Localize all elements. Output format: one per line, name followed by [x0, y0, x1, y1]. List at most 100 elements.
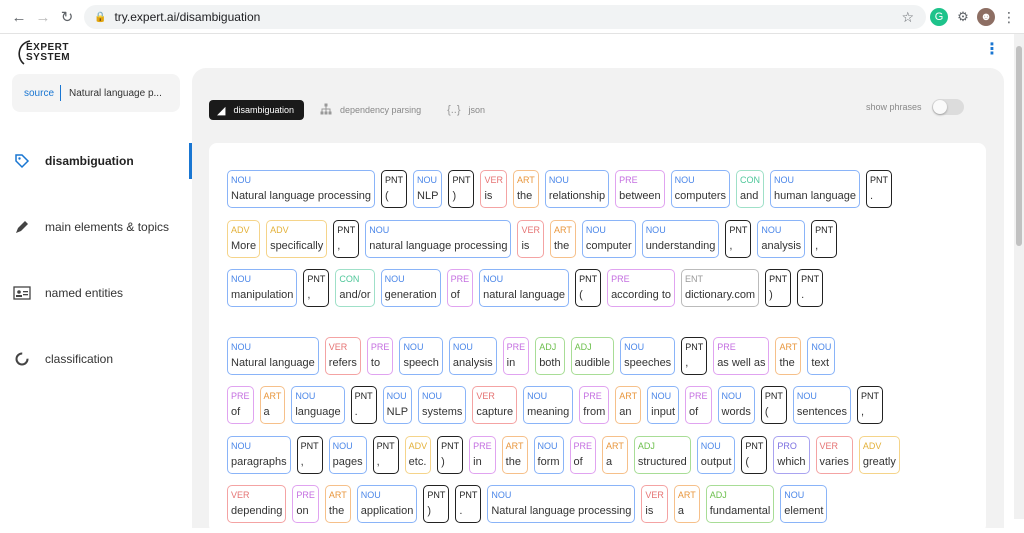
token-chip[interactable]: PNT (	[575, 269, 602, 307]
token-chip[interactable]: ADJ fundamental	[705, 485, 775, 523]
token-chip[interactable]: PNT.	[350, 386, 377, 424]
token-chip[interactable]: ADJ both	[535, 337, 565, 375]
forward-arrow-icon[interactable]: →	[30, 4, 56, 30]
token-chip[interactable]: ADJ audible	[570, 337, 615, 375]
profile-avatar[interactable]: ☻	[977, 8, 995, 26]
token-chip[interactable]: ENT dictionary.com	[681, 269, 760, 307]
token-chip[interactable]: NOU paragraphs	[227, 436, 291, 474]
token-chip[interactable]: NOU form	[533, 436, 564, 474]
token-chip[interactable]: VER is	[641, 485, 668, 523]
token-chip[interactable]: ADJ structured	[633, 436, 691, 474]
token-chip[interactable]: NOU speeches	[620, 337, 676, 375]
token-chip[interactable]: NOU output	[696, 436, 736, 474]
token-chip[interactable]: PNT.	[455, 485, 482, 523]
token-chip[interactable]: PNT)	[765, 269, 792, 307]
token-chip[interactable]: PRO which	[773, 436, 810, 474]
token-chip[interactable]: PRE in	[502, 337, 530, 375]
token-chip[interactable]: PNT,	[303, 269, 330, 307]
token-chip[interactable]: PRE as well as	[713, 337, 770, 375]
token-chip[interactable]: ADV etc.	[404, 436, 432, 474]
sidebar-item-main-elements[interactable]: main elements & topics	[0, 207, 192, 247]
token-chip[interactable]: VER varies	[815, 436, 853, 474]
token-chip[interactable]: ART the	[549, 220, 576, 258]
token-chip[interactable]: PNT (	[741, 436, 768, 474]
token-chip[interactable]: NOU words	[717, 386, 755, 424]
token-chip[interactable]: NOU application	[356, 485, 418, 523]
token-chip[interactable]: ART the	[512, 170, 539, 208]
bookmark-star-icon[interactable]: ☆	[901, 9, 914, 26]
token-chip[interactable]: NOU meaning	[523, 386, 574, 424]
token-chip[interactable]: PRE of	[685, 386, 712, 424]
token-chip[interactable]: NOU NLP	[382, 386, 413, 424]
token-chip[interactable]: NOU systems	[418, 386, 467, 424]
back-arrow-icon[interactable]: ←	[6, 4, 32, 30]
token-chip[interactable]: VER depending	[227, 485, 287, 523]
token-chip[interactable]: PNT (	[760, 386, 787, 424]
reload-icon[interactable]: ↻	[54, 4, 80, 30]
sidebar-item-disambiguation[interactable]: disambiguation	[0, 141, 192, 181]
token-chip[interactable]: NOU text	[807, 337, 836, 375]
page-scrollbar[interactable]	[1014, 34, 1024, 519]
token-chip[interactable]: ADV greatly	[858, 436, 900, 474]
token-chip[interactable]: PNT,	[333, 220, 360, 258]
grammarly-extension-icon[interactable]: G	[930, 8, 948, 26]
token-chip[interactable]: NOU manipulation	[227, 269, 298, 307]
token-chip[interactable]: PNT,	[372, 436, 399, 474]
token-chip[interactable]: NOU Natural language processing	[487, 485, 636, 523]
token-chip[interactable]: PNT,	[725, 220, 752, 258]
token-chip[interactable]: NOU Natural language	[227, 337, 319, 375]
token-chip[interactable]: NOU Natural language processing	[227, 170, 376, 208]
chrome-menu-icon[interactable]: ⋮	[1000, 8, 1018, 26]
token-chip[interactable]: PNT,	[811, 220, 838, 258]
token-chip[interactable]: CON and/or	[335, 269, 375, 307]
token-chip[interactable]: NOU natural language	[479, 269, 570, 307]
token-chip[interactable]: PRE according to	[607, 269, 675, 307]
expert-system-logo[interactable]: EXPERT SYSTEM	[14, 38, 94, 66]
token-chip[interactable]: NOU NLP	[413, 170, 443, 208]
token-chip[interactable]: NOU pages	[328, 436, 367, 474]
token-chip[interactable]: NOU computer	[581, 220, 636, 258]
token-chip[interactable]: PRE to	[366, 337, 394, 375]
token-chip[interactable]: NOU natural language processing	[365, 220, 512, 258]
tab-dependency-parsing[interactable]: dependency parsing	[310, 100, 431, 120]
token-chip[interactable]: PRE of	[446, 269, 474, 307]
token-chip[interactable]: ART a	[259, 386, 286, 424]
token-chip[interactable]: PNT,	[857, 386, 884, 424]
token-chip[interactable]: VER refers	[324, 337, 361, 375]
tab-json[interactable]: {..} json	[437, 100, 495, 120]
token-chip[interactable]: ART the	[501, 436, 528, 474]
app-menu-icon[interactable]: ⋮	[984, 42, 1000, 58]
token-chip[interactable]: NOU computers	[670, 170, 731, 208]
token-chip[interactable]: ART a	[673, 485, 700, 523]
token-chip[interactable]: PRE of	[569, 436, 597, 474]
token-chip[interactable]: NOU analysis	[757, 220, 806, 258]
tab-disambiguation[interactable]: ◢ disambiguation	[209, 100, 305, 120]
puzzle-extensions-icon[interactable]: ⚙	[954, 8, 972, 26]
address-bar[interactable]: 🔒 try.expert.ai/disambiguation ☆	[84, 5, 926, 29]
token-chip[interactable]: NOU analysis	[448, 337, 497, 375]
token-chip[interactable]: VER is	[480, 170, 507, 208]
token-chip[interactable]: NOU generation	[380, 269, 441, 307]
token-chip[interactable]: PRE between	[615, 170, 665, 208]
source-selector[interactable]: source Natural language p...	[12, 74, 180, 112]
token-chip[interactable]: PNT)	[423, 485, 450, 523]
token-chip[interactable]: PNT,	[681, 337, 708, 375]
token-chip[interactable]: PNT)	[448, 170, 475, 208]
token-chip[interactable]: ART a	[602, 436, 628, 474]
token-chip[interactable]: NOU element	[780, 485, 828, 523]
token-chip[interactable]: PNT (	[381, 170, 408, 208]
token-chip[interactable]: PNT.	[797, 269, 824, 307]
token-chip[interactable]: ART the	[324, 485, 351, 523]
sidebar-item-classification[interactable]: classification	[0, 339, 192, 379]
token-chip[interactable]: NOU human language	[770, 170, 860, 208]
token-chip[interactable]: ART the	[775, 337, 802, 375]
token-chip[interactable]: NOU input	[647, 386, 679, 424]
token-chip[interactable]: PRE on	[292, 485, 319, 523]
token-chip[interactable]: PNT.	[866, 170, 892, 208]
token-chip[interactable]: PRE of	[227, 386, 254, 424]
token-chip[interactable]: VER is	[517, 220, 544, 258]
token-chip[interactable]: PNT,	[296, 436, 323, 474]
token-chip[interactable]: NOU language	[291, 386, 345, 424]
token-chip[interactable]: NOU speech	[399, 337, 443, 375]
scrollbar-thumb[interactable]	[1016, 46, 1022, 246]
